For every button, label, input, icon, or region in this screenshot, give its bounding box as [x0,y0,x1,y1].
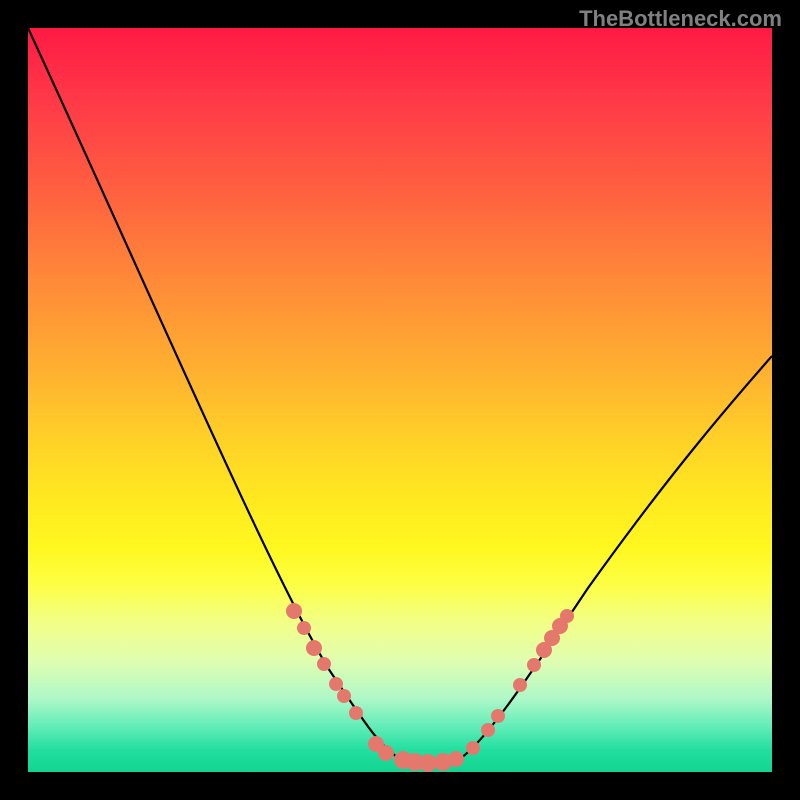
chart-curve [28,28,772,765]
watermark-text: TheBottleneck.com [579,6,782,32]
chart-marker [349,706,363,720]
chart-marker [527,658,541,672]
chart-marker [317,657,331,671]
chart-marker [513,678,527,692]
chart-svg [28,28,772,772]
chart-marker [306,640,322,656]
chart-marker [337,689,351,703]
chart-marker [466,741,480,755]
chart-marker [297,621,311,635]
chart-marker [329,677,343,691]
chart-marker [560,609,574,623]
chart-plot-area [28,28,772,772]
chart-marker [481,723,495,737]
chart-marker [491,709,505,723]
chart-marker [286,603,302,619]
chart-markers-group [286,603,574,772]
chart-marker [378,745,394,761]
chart-marker [448,751,464,767]
